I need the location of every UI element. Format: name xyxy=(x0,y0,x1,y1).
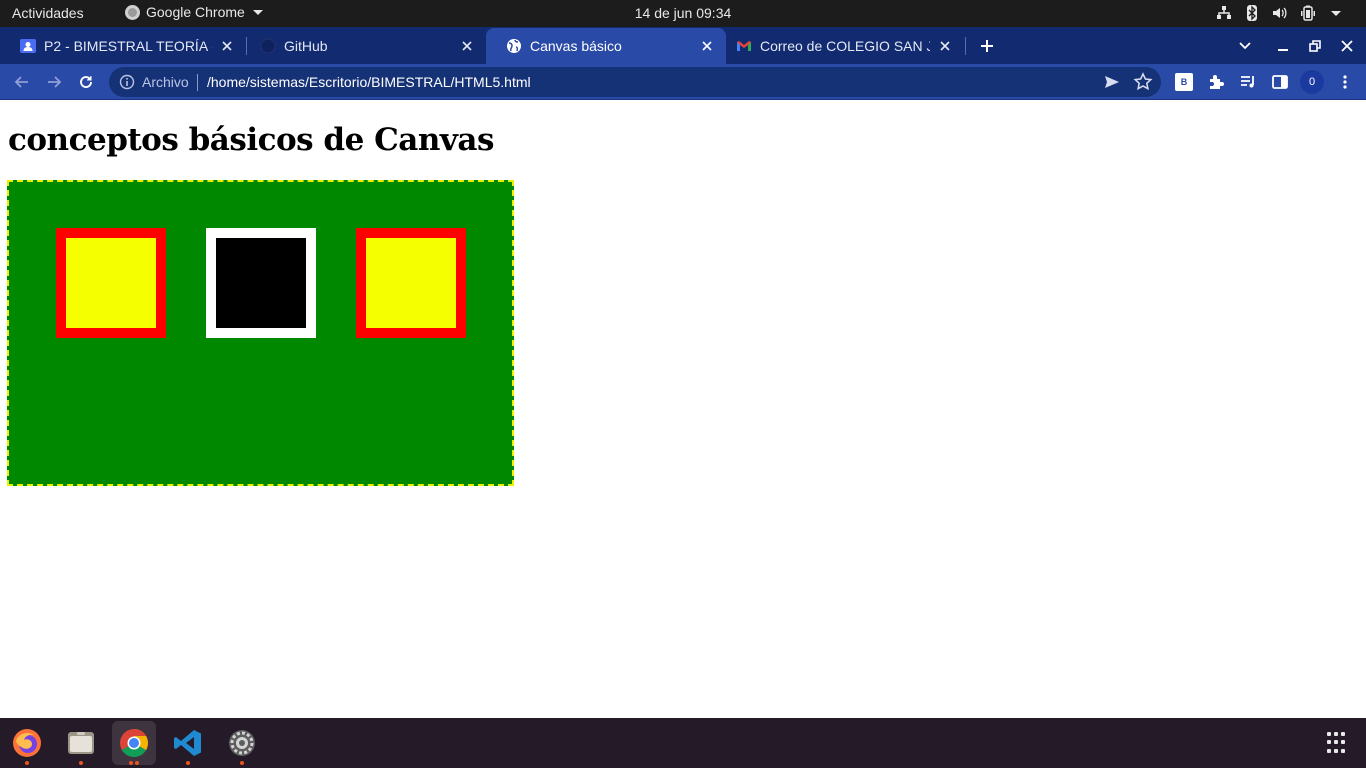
back-button[interactable] xyxy=(10,70,34,94)
media-control-button[interactable] xyxy=(1236,70,1260,94)
restore-button[interactable] xyxy=(1304,35,1326,57)
url-text[interactable]: /home/sistemas/Escritorio/BIMESTRAL/HTML… xyxy=(207,74,531,90)
send-to-devices-icon[interactable] xyxy=(1103,73,1121,91)
tab-github[interactable]: GitHub xyxy=(240,27,486,64)
clock[interactable]: 14 de jun 09:34 xyxy=(635,5,732,21)
tab-search-button[interactable] xyxy=(1234,35,1256,57)
tab-title: Canvas básico xyxy=(530,38,622,54)
bluetooth-icon xyxy=(1244,5,1260,21)
tab-gmail[interactable]: Correo de COLEGIO SAN J xyxy=(716,27,964,64)
settings-icon xyxy=(229,730,255,756)
page-heading: conceptos básicos de Canvas xyxy=(8,122,494,158)
close-window-button[interactable] xyxy=(1336,35,1358,57)
caret-down-icon xyxy=(252,9,263,15)
dock-vscode[interactable] xyxy=(166,721,210,765)
close-icon xyxy=(1341,40,1353,52)
tab-separator xyxy=(965,37,966,55)
chrome-icon xyxy=(125,4,140,20)
minimize-icon xyxy=(1278,49,1288,51)
info-icon[interactable] xyxy=(119,74,135,90)
close-icon[interactable] xyxy=(698,37,716,55)
gmail-icon xyxy=(737,40,751,51)
close-icon[interactable] xyxy=(218,37,236,55)
scheme-label: Archivo xyxy=(142,74,189,90)
close-icon[interactable] xyxy=(458,37,476,55)
files-icon xyxy=(68,732,94,754)
vscode-icon xyxy=(174,730,201,756)
dock-firefox[interactable] xyxy=(5,721,49,765)
restore-icon xyxy=(1309,40,1321,52)
firefox-icon xyxy=(13,729,41,757)
dock-chrome[interactable] xyxy=(112,721,156,765)
canvas-square-yellow-left xyxy=(56,228,166,338)
tab-title: Correo de COLEGIO SAN J xyxy=(760,37,930,54)
reload-button[interactable] xyxy=(74,70,98,94)
globe-icon xyxy=(507,39,521,53)
canvas-square-yellow-right xyxy=(356,228,466,338)
app-menu[interactable]: Google Chrome xyxy=(125,4,263,20)
tab-classroom[interactable]: P2 - BIMESTRAL TEORÍA - I xyxy=(0,27,246,64)
tab-strip: P2 - BIMESTRAL TEORÍA - I GitHub Canvas … xyxy=(0,27,1366,64)
plus-icon xyxy=(981,40,993,52)
canvas[interactable] xyxy=(7,180,514,486)
tab-canvas-basico[interactable]: Canvas básico xyxy=(486,28,726,64)
app-menu-label: Google Chrome xyxy=(146,4,245,20)
show-applications-button[interactable] xyxy=(1327,732,1349,754)
github-icon xyxy=(260,38,276,53)
chevron-down-icon xyxy=(1239,42,1251,50)
profile-avatar[interactable]: 0 xyxy=(1300,70,1324,94)
page-content: conceptos básicos de Canvas xyxy=(0,100,1366,718)
close-icon[interactable] xyxy=(936,37,954,55)
tab-title: GitHub xyxy=(284,37,328,54)
tab-title: P2 - BIMESTRAL TEORÍA - I xyxy=(44,37,212,54)
side-panel-button[interactable] xyxy=(1268,70,1292,94)
extension-b-button[interactable]: B xyxy=(1175,73,1193,91)
chrome-icon xyxy=(120,729,148,757)
menu-button[interactable] xyxy=(1333,70,1357,94)
dock-settings[interactable] xyxy=(220,721,264,765)
extensions-button[interactable] xyxy=(1204,70,1228,94)
battery-icon xyxy=(1300,5,1316,21)
minimize-button[interactable] xyxy=(1272,35,1294,57)
address-bar[interactable]: Archivo /home/sistemas/Escritorio/BIMEST… xyxy=(109,67,1161,97)
reload-icon xyxy=(80,76,92,88)
star-icon[interactable] xyxy=(1133,72,1153,92)
power-menu-icon xyxy=(1328,5,1344,21)
browser-toolbar: Archivo /home/sistemas/Escritorio/BIMEST… xyxy=(0,64,1366,100)
system-top-bar: Actividades Google Chrome 14 de jun 09:3… xyxy=(0,0,1366,27)
network-icon xyxy=(1216,5,1232,21)
volume-icon xyxy=(1272,5,1288,21)
media-queue-icon xyxy=(1241,76,1254,88)
arrow-left-icon xyxy=(14,76,28,88)
puzzle-icon xyxy=(1210,75,1224,89)
classroom-icon xyxy=(20,38,36,53)
canvas-square-black-center xyxy=(206,228,316,338)
side-panel-icon xyxy=(1272,75,1288,89)
system-tray[interactable] xyxy=(1216,5,1344,21)
dock xyxy=(0,718,1366,768)
arrow-right-icon xyxy=(48,76,62,88)
forward-button[interactable] xyxy=(42,70,66,94)
activities-button[interactable]: Actividades xyxy=(12,5,84,21)
new-tab-button[interactable] xyxy=(976,35,998,57)
divider xyxy=(197,74,198,91)
kebab-menu-icon xyxy=(1343,75,1347,89)
dock-files[interactable] xyxy=(59,721,103,765)
